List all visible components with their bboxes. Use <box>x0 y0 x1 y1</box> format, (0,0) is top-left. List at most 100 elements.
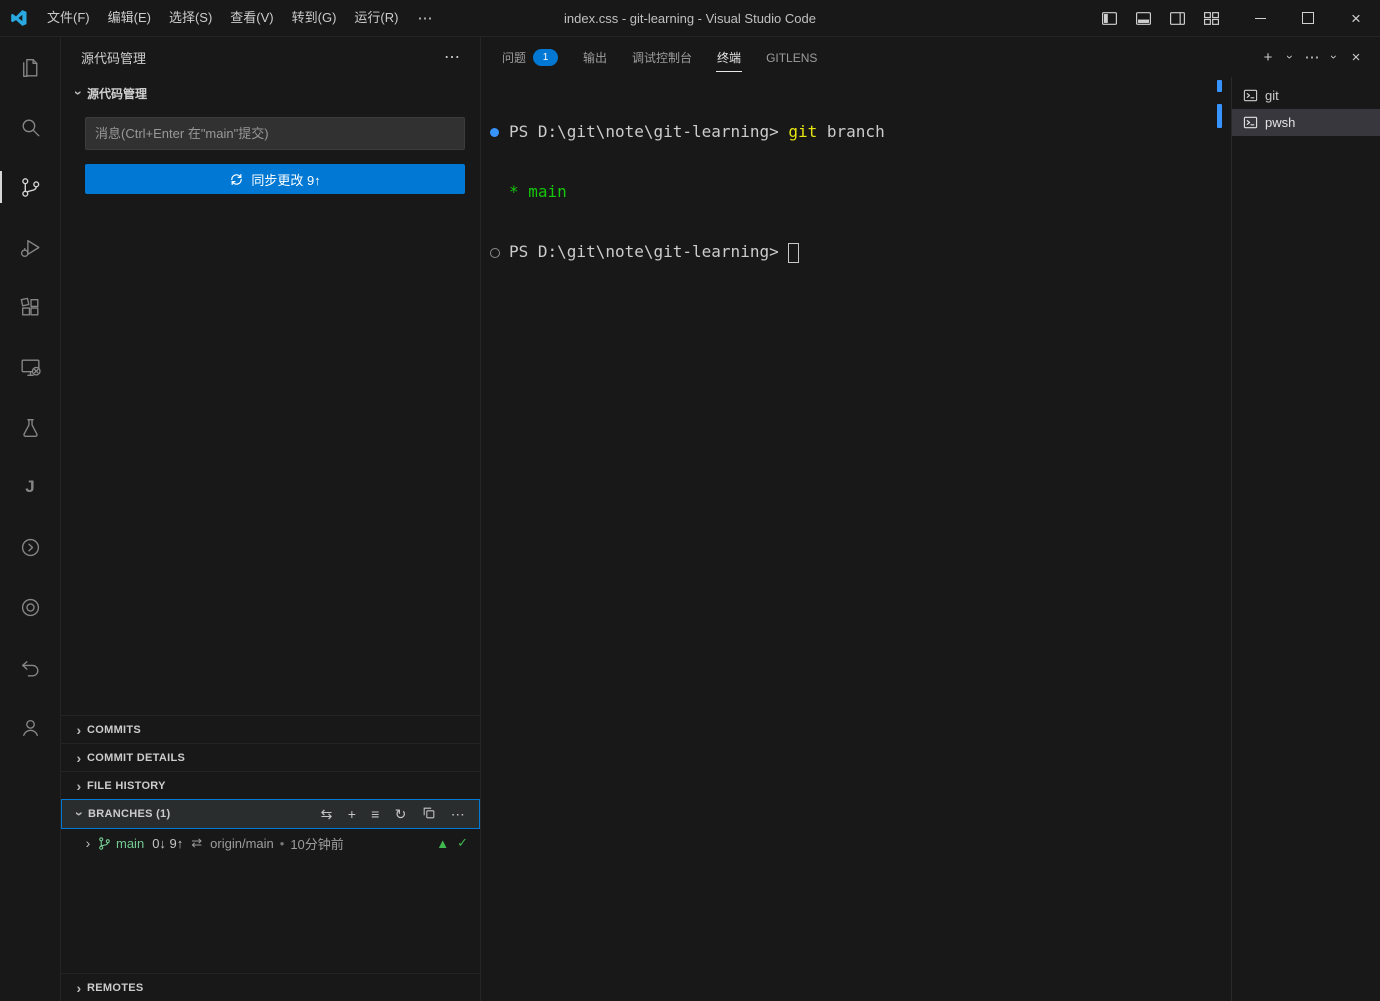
toggle-secondary-sidebar-icon[interactable] <box>1163 6 1192 30</box>
section-remotes[interactable]: › REMOTES <box>61 973 480 1001</box>
command-success-dot <box>490 128 499 137</box>
tab-gitlens[interactable]: GITLENS <box>765 44 818 71</box>
tab-terminal[interactable]: 终端 <box>716 42 742 72</box>
layout-controls <box>1095 6 1226 30</box>
chevron-right-icon: › <box>71 750 87 766</box>
section-file-history[interactable]: › FILE HISTORY <box>61 771 480 799</box>
search-icon[interactable] <box>0 97 60 157</box>
section-commits-label: COMMITS <box>87 724 474 736</box>
scrollbar-decoration <box>1217 104 1222 128</box>
create-branch-icon[interactable]: + <box>348 806 356 822</box>
terminal-icon <box>1243 88 1258 103</box>
menu-selection[interactable]: 选择(S) <box>160 6 221 30</box>
titlebar: 文件(F) 编辑(E) 选择(S) 查看(V) 转到(G) 运行(R) ⋯ in… <box>0 0 1380 37</box>
upstream-swap-icon: ⇄ <box>191 835 202 851</box>
refresh-icon[interactable]: ↻ <box>395 806 407 823</box>
branch-time: 10分钟前 <box>290 834 343 853</box>
switch-branch-icon[interactable]: ⇆ <box>321 806 333 823</box>
terminal-dropdown-icon[interactable]: › <box>1283 45 1297 69</box>
terminal-list-item-git[interactable]: git <box>1232 82 1380 109</box>
run-debug-icon[interactable] <box>0 217 60 277</box>
terminal-list-item-pwsh[interactable]: pwsh <box>1232 109 1380 136</box>
check-icon: ✓ <box>457 835 468 851</box>
sidebar-bottom-sections: › COMMITS › COMMIT DETAILS › FILE HISTOR… <box>61 715 480 1001</box>
ahead-triangle-icon: ▲ <box>436 836 449 851</box>
scm-section-header[interactable]: › 源代码管理 <box>61 81 480 105</box>
history-icon[interactable] <box>0 637 60 697</box>
terminal-line-output: * main <box>481 182 1231 202</box>
terminal-viewport[interactable]: PS D:\git\note\git-learning> git branch … <box>481 77 1231 1001</box>
more-menus-icon[interactable]: ⋯ <box>407 9 442 27</box>
section-branches[interactable]: › BRANCHES (1) ⇆ + ≡ ↻ ⋯ <box>61 799 480 829</box>
command-args: branch <box>817 122 884 141</box>
panel-header: 问题 1 输出 调试控制台 终端 GITLENS + › ⋯ › × <box>481 37 1380 77</box>
branch-layout-icon[interactable]: ≡ <box>371 806 379 822</box>
menu-view[interactable]: 查看(V) <box>221 6 282 30</box>
commit-message-input[interactable] <box>85 117 465 150</box>
command-pending-dot <box>490 248 500 258</box>
branch-output: * main <box>509 182 567 201</box>
panel-body: PS D:\git\note\git-learning> git branch … <box>481 77 1380 1001</box>
menu-edit[interactable]: 编辑(E) <box>99 6 160 30</box>
more-actions-icon[interactable]: ⋯ <box>451 806 465 823</box>
sync-icon <box>229 172 244 187</box>
sync-changes-button[interactable]: 同步更改 9↑ <box>85 164 465 194</box>
terminal-list-label: git <box>1265 88 1279 103</box>
target-icon[interactable] <box>0 577 60 637</box>
explorer-icon[interactable] <box>0 37 60 97</box>
section-commit-details[interactable]: › COMMIT DETAILS <box>61 743 480 771</box>
tab-problems[interactable]: 问题 1 <box>501 42 559 72</box>
close-button[interactable]: × <box>1332 0 1380 36</box>
tab-output[interactable]: 输出 <box>582 42 608 72</box>
terminal-line-command: PS D:\git\note\git-learning> git branch <box>481 122 1231 142</box>
chevron-right-icon: › <box>71 722 87 738</box>
branch-upstream: origin/main <box>210 836 274 851</box>
section-branches-label: BRANCHES (1) <box>88 808 321 820</box>
tab-debug-console[interactable]: 调试控制台 <box>631 42 693 72</box>
menu-goto[interactable]: 转到(G) <box>283 6 346 30</box>
copy-compare-icon[interactable] <box>422 806 436 823</box>
prompt-text: PS D:\git\note\git-learning> <box>509 122 788 141</box>
jupyter-icon[interactable]: J <box>0 457 60 517</box>
extensions-icon[interactable] <box>0 277 60 337</box>
branch-row-main[interactable]: › main 0↓ 9↑ ⇄ origin/main • 10分钟前 ▲ ✓ <box>61 829 480 857</box>
source-control-icon[interactable] <box>0 157 60 217</box>
gitlens-icon[interactable] <box>0 517 60 577</box>
minimize-icon <box>1255 18 1266 19</box>
terminal-cursor <box>788 243 799 263</box>
sidebar-header: 源代码管理 ⋯ <box>61 37 480 77</box>
account-icon[interactable] <box>0 697 60 757</box>
new-terminal-icon[interactable]: + <box>1256 45 1280 69</box>
menu-bar: 文件(F) 编辑(E) 选择(S) 查看(V) 转到(G) 运行(R) ⋯ <box>38 6 442 30</box>
customize-layout-icon[interactable] <box>1197 6 1226 30</box>
menu-run[interactable]: 运行(R) <box>345 6 407 30</box>
minimize-button[interactable] <box>1236 0 1284 36</box>
terminal-icon <box>1243 115 1258 130</box>
chevron-right-icon: › <box>71 778 87 794</box>
chevron-down-icon: › <box>72 806 88 822</box>
problems-badge: 1 <box>533 49 558 66</box>
panel-tabs: 问题 1 输出 调试控制台 终端 GITLENS <box>501 42 1256 72</box>
close-icon: × <box>1351 10 1361 27</box>
section-commits[interactable]: › COMMITS <box>61 715 480 743</box>
separator-dot: • <box>280 836 285 851</box>
sidebar-more-icon[interactable]: ⋯ <box>438 47 466 67</box>
sync-button-label: 同步更改 9↑ <box>251 170 320 189</box>
hide-panel-icon[interactable]: › <box>1327 45 1341 69</box>
menu-file[interactable]: 文件(F) <box>38 6 99 30</box>
branches-empty-area <box>61 857 480 973</box>
section-commit-details-label: COMMIT DETAILS <box>87 752 474 764</box>
toggle-panel-icon[interactable] <box>1129 6 1158 30</box>
toggle-sidebar-icon[interactable] <box>1095 6 1124 30</box>
terminal-tabs-list: git pwsh <box>1231 77 1380 1001</box>
testing-icon[interactable] <box>0 397 60 457</box>
chevron-down-icon: › <box>71 85 87 101</box>
git-branch-icon <box>97 836 112 851</box>
activity-bar: J <box>0 37 61 1001</box>
source-control-sidebar: 源代码管理 ⋯ › 源代码管理 同步更改 9↑ › COMMITS › COM <box>61 37 481 1001</box>
panel-more-icon[interactable]: ⋯ <box>1300 45 1324 69</box>
branch-name: main <box>116 836 144 851</box>
close-panel-icon[interactable]: × <box>1344 45 1368 69</box>
remote-explorer-icon[interactable] <box>0 337 60 397</box>
maximize-button[interactable] <box>1284 0 1332 36</box>
